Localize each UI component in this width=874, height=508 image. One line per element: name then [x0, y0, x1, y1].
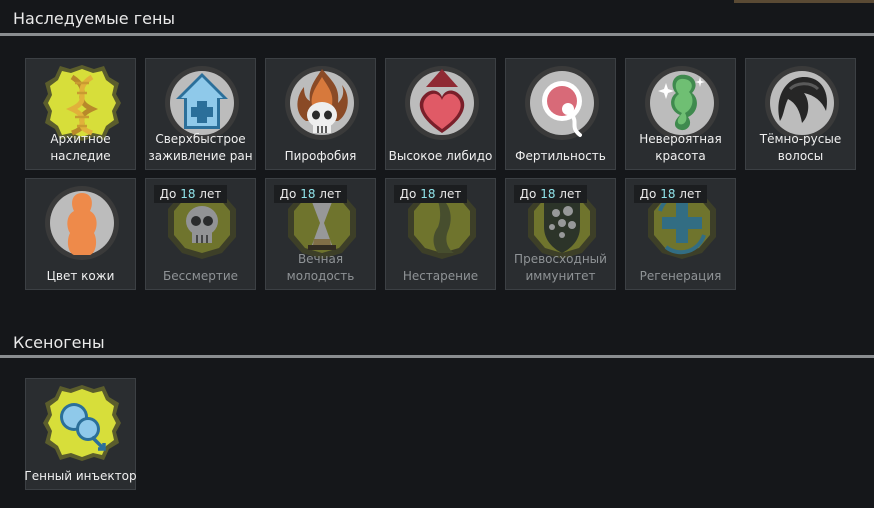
- flaming-skull-icon: [285, 66, 359, 140]
- gene-card-archite-heritage[interactable]: Архитное наследие: [25, 58, 136, 170]
- window-corner-tab: [734, 0, 874, 3]
- gene-label: Нестарение: [402, 269, 479, 283]
- gene-label: Пирофобия: [284, 149, 357, 163]
- gene-label: Вечная молодость: [286, 252, 355, 283]
- gene-card-regeneration[interactable]: До 18 лет Регенерация: [625, 178, 736, 290]
- gene-label: Фертильность: [515, 149, 606, 163]
- age-restriction-tag: До 18 лет: [154, 185, 227, 203]
- gene-label: Цвет кожи: [46, 269, 115, 283]
- gene-card-gene-injector[interactable]: Генный инъектор: [24, 378, 137, 490]
- gene-label: Бессмертие: [162, 269, 239, 283]
- egg-sperm-icon: [525, 66, 599, 140]
- gene-card-fast-wound-healing[interactable]: Сверхбыстрое заживление ран: [145, 58, 256, 170]
- gene-card-fertility[interactable]: Фертильность: [505, 58, 616, 170]
- gene-card-immortality[interactable]: До 18 лет Бессмертие: [145, 178, 256, 290]
- gene-label: Тёмно-русые волосы: [759, 132, 842, 163]
- gene-card-superior-immunity[interactable]: До 18 лет Превосходный иммунитет: [505, 178, 616, 290]
- body-silhouette-icon: [45, 186, 119, 260]
- age-restriction-tag: До 18 лет: [634, 185, 707, 203]
- gene-card-ageless[interactable]: До 18 лет Нестарение: [385, 178, 496, 290]
- gene-label: Невероятная красота: [639, 132, 722, 163]
- gene-label: Архитное наследие: [50, 132, 111, 163]
- gene-card-skin-color[interactable]: Цвет кожи: [25, 178, 136, 290]
- gene-label: Регенерация: [639, 269, 722, 283]
- gene-card-eternal-youth[interactable]: До 18 лет Вечная молодость: [265, 178, 376, 290]
- age-restriction-tag: До 18 лет: [514, 185, 587, 203]
- gene-card-beauty[interactable]: Невероятная красота: [625, 58, 736, 170]
- gene-label: Генный инъектор: [24, 469, 137, 483]
- age-restriction-tag: До 18 лет: [274, 185, 347, 203]
- section-divider: [0, 355, 874, 358]
- section-title-inherited: Наследуемые гены: [13, 9, 176, 28]
- gene-card-dark-blond-hair[interactable]: Тёмно-русые волосы: [745, 58, 856, 170]
- gene-label: Превосходный иммунитет: [514, 252, 607, 283]
- gene-card-high-libido[interactable]: Высокое либидо: [385, 58, 496, 170]
- gene-label: Высокое либидо: [388, 149, 493, 163]
- gene-card-pyrophobia[interactable]: Пирофобия: [265, 58, 376, 170]
- section-divider: [0, 33, 874, 36]
- gene-label: Сверхбыстрое заживление ран: [148, 132, 253, 163]
- heart-arrow-icon: [405, 66, 479, 140]
- age-restriction-tag: До 18 лет: [394, 185, 467, 203]
- gene-injector-icon: [43, 385, 121, 461]
- section-title-xenogenes: Ксеногены: [13, 333, 105, 352]
